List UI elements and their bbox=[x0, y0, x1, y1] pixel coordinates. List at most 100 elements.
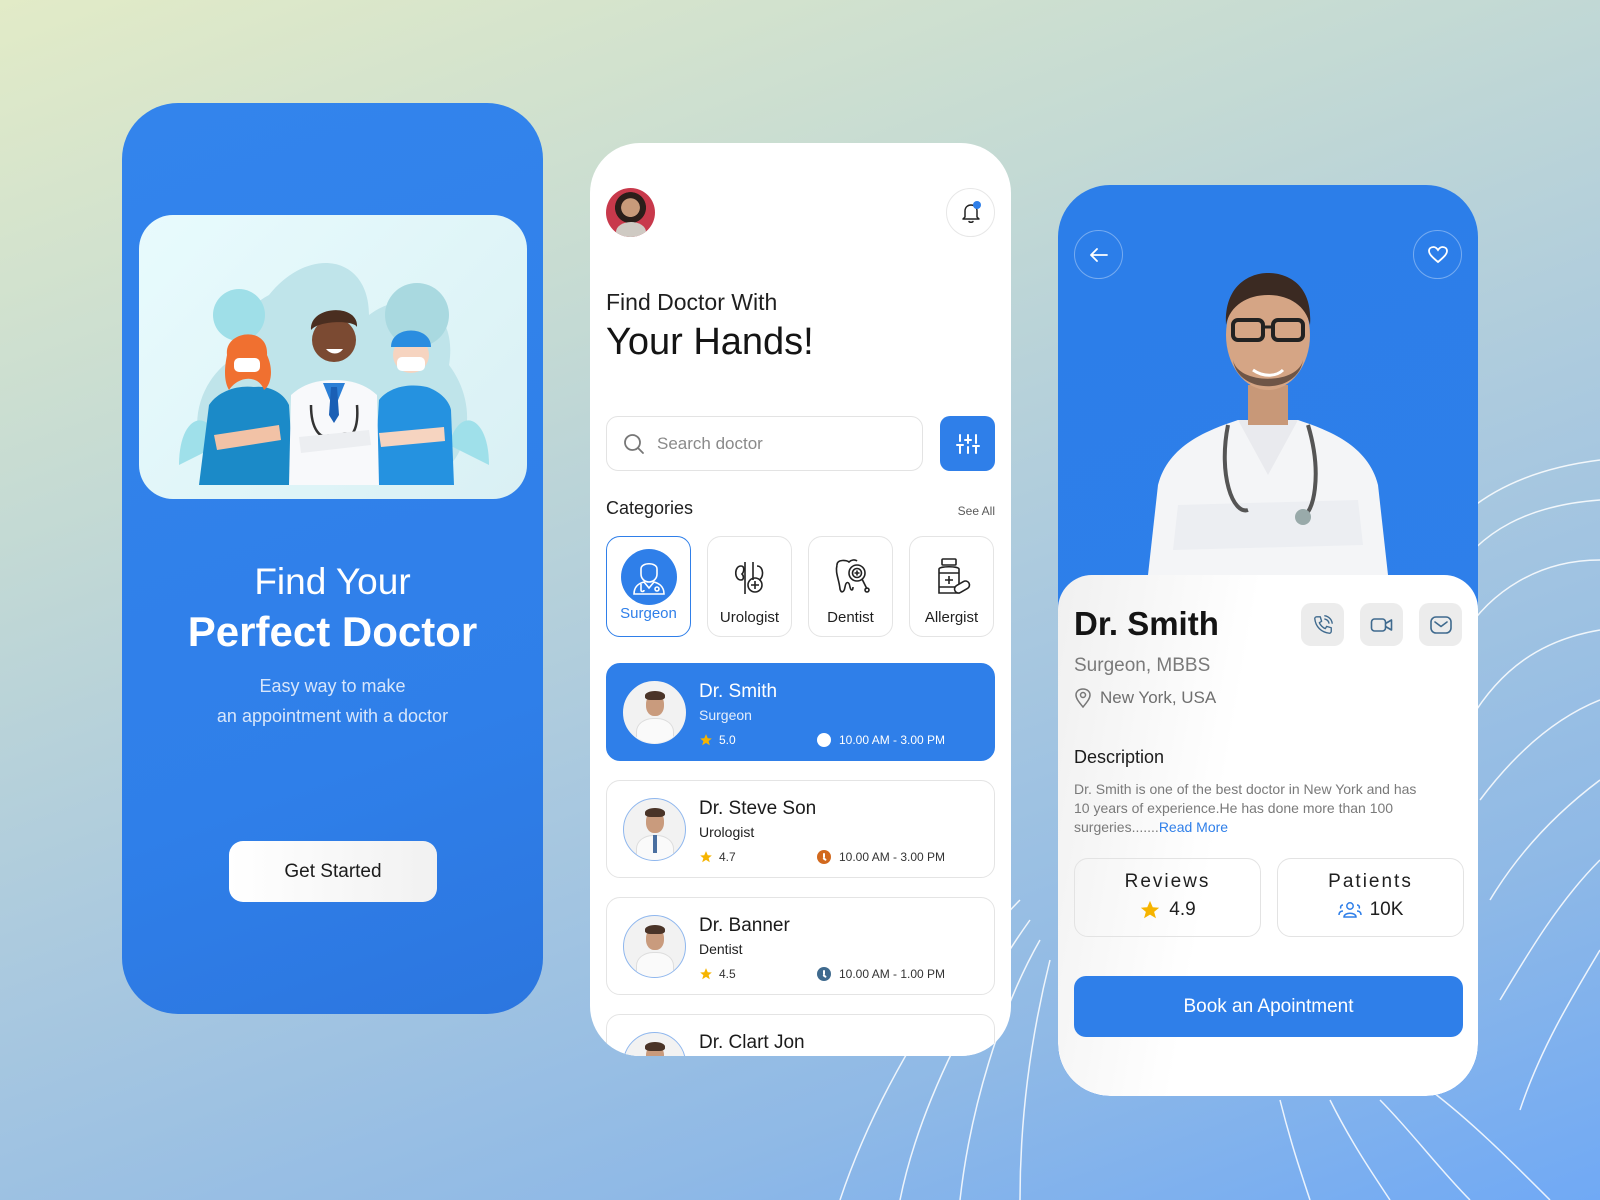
medical-team-illustration bbox=[179, 262, 489, 485]
doctor-card[interactable]: Dr. Banner Dentist 4.5 10.00 AM - 1.00 P… bbox=[606, 897, 995, 995]
users-group-icon bbox=[1337, 902, 1362, 918]
detail-specialty: Surgeon, MBBS bbox=[1074, 655, 1211, 676]
onboarding-subtitle-line1: Easy way to make bbox=[259, 676, 406, 696]
home-heading-line2: Your Hands! bbox=[606, 321, 814, 363]
category-label: Urologist bbox=[719, 609, 780, 626]
heart-icon bbox=[1427, 245, 1448, 263]
reviews-label: Reviews bbox=[1124, 871, 1211, 892]
doctor-avatar bbox=[623, 798, 686, 861]
category-label: Allergist bbox=[924, 609, 979, 626]
category-surgeon[interactable]: Surgeon bbox=[606, 536, 691, 637]
sliders-icon bbox=[955, 433, 980, 454]
search-icon bbox=[624, 433, 644, 454]
rating-value: 4.5 bbox=[719, 967, 736, 981]
star-icon bbox=[1141, 900, 1160, 919]
contact-actions bbox=[1301, 603, 1462, 646]
clock-icon bbox=[817, 850, 831, 864]
doctor-name: Dr. Banner bbox=[699, 915, 790, 936]
doctor-hours: 10.00 AM - 3.00 PM bbox=[817, 733, 945, 747]
description-body: Dr. Smith is one of the best doctor in N… bbox=[1074, 781, 1417, 835]
clock-icon bbox=[817, 733, 831, 747]
star-icon bbox=[700, 734, 712, 746]
phone-icon bbox=[1313, 614, 1333, 634]
notification-dot bbox=[973, 201, 981, 209]
doctor-card[interactable]: Dr. Smith Surgeon 5.0 10.00 AM - 3.00 PM bbox=[606, 663, 995, 761]
filter-button[interactable] bbox=[940, 416, 995, 471]
doctor-rating: 4.5 bbox=[699, 967, 736, 981]
surgeon-icon bbox=[620, 549, 677, 605]
category-list: Surgeon Urologist Dentist Allergist bbox=[606, 536, 994, 637]
description-text: Dr. Smith is one of the best doctor in N… bbox=[1074, 780, 1424, 837]
patients-stat: Patients 10K bbox=[1277, 858, 1464, 937]
reviews-value: 4.9 bbox=[1169, 899, 1196, 920]
search-input[interactable] bbox=[657, 433, 897, 454]
doctor-avatar bbox=[623, 915, 686, 978]
notification-button[interactable] bbox=[946, 188, 995, 237]
kidney-icon bbox=[722, 549, 778, 605]
favorite-button[interactable] bbox=[1413, 230, 1462, 279]
doctor-avatar bbox=[623, 681, 686, 744]
category-urologist[interactable]: Urologist bbox=[707, 536, 792, 637]
hours-value: 10.00 AM - 3.00 PM bbox=[839, 850, 946, 864]
see-all-link[interactable]: See All bbox=[958, 504, 995, 518]
onboarding-subtitle-line2: an appointment with a doctor bbox=[216, 706, 449, 726]
doctor-specialty: Surgeon bbox=[699, 707, 752, 723]
onboarding-screen: Find Your Perfect Doctor Easy way to mak… bbox=[122, 103, 543, 1014]
star-icon bbox=[700, 851, 712, 863]
doctor-rating: 4.7 bbox=[699, 850, 736, 864]
onboarding-title-line1: Find Your bbox=[254, 561, 411, 602]
doctor-card[interactable]: Dr. Clart Jon bbox=[606, 1014, 995, 1056]
onboarding-subtitle: Easy way to make an appointment with a d… bbox=[122, 671, 543, 731]
category-dentist[interactable]: Dentist bbox=[808, 536, 893, 637]
doctor-list: Dr. Smith Surgeon 5.0 10.00 AM - 3.00 PM… bbox=[606, 663, 995, 1056]
medicine-bottle-icon bbox=[924, 549, 980, 605]
illustration-card bbox=[139, 215, 527, 499]
description-title: Description bbox=[1074, 747, 1165, 767]
patients-label: Patients bbox=[1328, 871, 1413, 892]
tooth-icon bbox=[823, 549, 879, 605]
search-field[interactable] bbox=[606, 416, 923, 471]
reviews-stat: Reviews 4.9 bbox=[1074, 858, 1261, 937]
category-label: Dentist bbox=[827, 609, 874, 626]
hours-value: 10.00 AM - 3.00 PM bbox=[839, 733, 946, 747]
home-heading-line1: Find Doctor With bbox=[606, 289, 778, 315]
read-more-link[interactable]: Read More bbox=[1159, 819, 1228, 835]
star-icon bbox=[700, 968, 712, 980]
patients-value-row: 10K bbox=[1278, 899, 1463, 921]
call-button[interactable] bbox=[1301, 603, 1344, 646]
video-call-button[interactable] bbox=[1360, 603, 1403, 646]
book-appointment-button[interactable]: Book an Apointment bbox=[1074, 976, 1463, 1037]
doctor-card[interactable]: Dr. Steve Son Urologist 4.7 10.00 AM - 3… bbox=[606, 780, 995, 878]
doctor-hours: 10.00 AM - 3.00 PM bbox=[817, 850, 945, 864]
location-text: New York, USA bbox=[1100, 688, 1217, 707]
doctor-name: Dr. Steve Son bbox=[699, 798, 817, 819]
clock-icon bbox=[817, 967, 831, 981]
doctor-detail-card: Dr. Smith Surgeon, MBBS New York, USA De… bbox=[1058, 575, 1478, 1096]
get-started-button[interactable]: Get Started bbox=[229, 841, 437, 902]
rating-value: 5.0 bbox=[719, 733, 736, 747]
user-avatar[interactable] bbox=[606, 188, 655, 237]
doctor-hours: 10.00 AM - 1.00 PM bbox=[817, 967, 945, 981]
doctor-avatar bbox=[623, 1032, 686, 1056]
back-button[interactable] bbox=[1074, 230, 1123, 279]
doctor-specialty: Urologist bbox=[699, 824, 755, 840]
mail-icon bbox=[1429, 615, 1452, 634]
doctor-name: Dr. Smith bbox=[699, 681, 778, 702]
doctor-name: Dr. Clart Jon bbox=[699, 1032, 805, 1053]
reviews-value-row: 4.9 bbox=[1075, 899, 1260, 921]
onboarding-title-line2: Perfect Doctor bbox=[187, 608, 478, 655]
category-label: Surgeon bbox=[620, 605, 677, 622]
hours-value: 10.00 AM - 1.00 PM bbox=[839, 967, 946, 981]
arrow-left-icon bbox=[1089, 247, 1108, 262]
doctor-rating: 5.0 bbox=[699, 733, 736, 747]
doctor-specialty: Dentist bbox=[699, 941, 743, 957]
video-camera-icon bbox=[1370, 617, 1392, 632]
doctor-photo bbox=[1148, 273, 1388, 575]
home-screen: Find Doctor With Your Hands! Categories … bbox=[590, 143, 1011, 1056]
patients-value: 10K bbox=[1369, 899, 1404, 920]
message-button[interactable] bbox=[1419, 603, 1462, 646]
category-allergist[interactable]: Allergist bbox=[909, 536, 994, 637]
detail-doctor-name: Dr. Smith bbox=[1074, 605, 1219, 642]
rating-value: 4.7 bbox=[719, 850, 736, 864]
detail-location: New York, USA bbox=[1074, 688, 1216, 708]
